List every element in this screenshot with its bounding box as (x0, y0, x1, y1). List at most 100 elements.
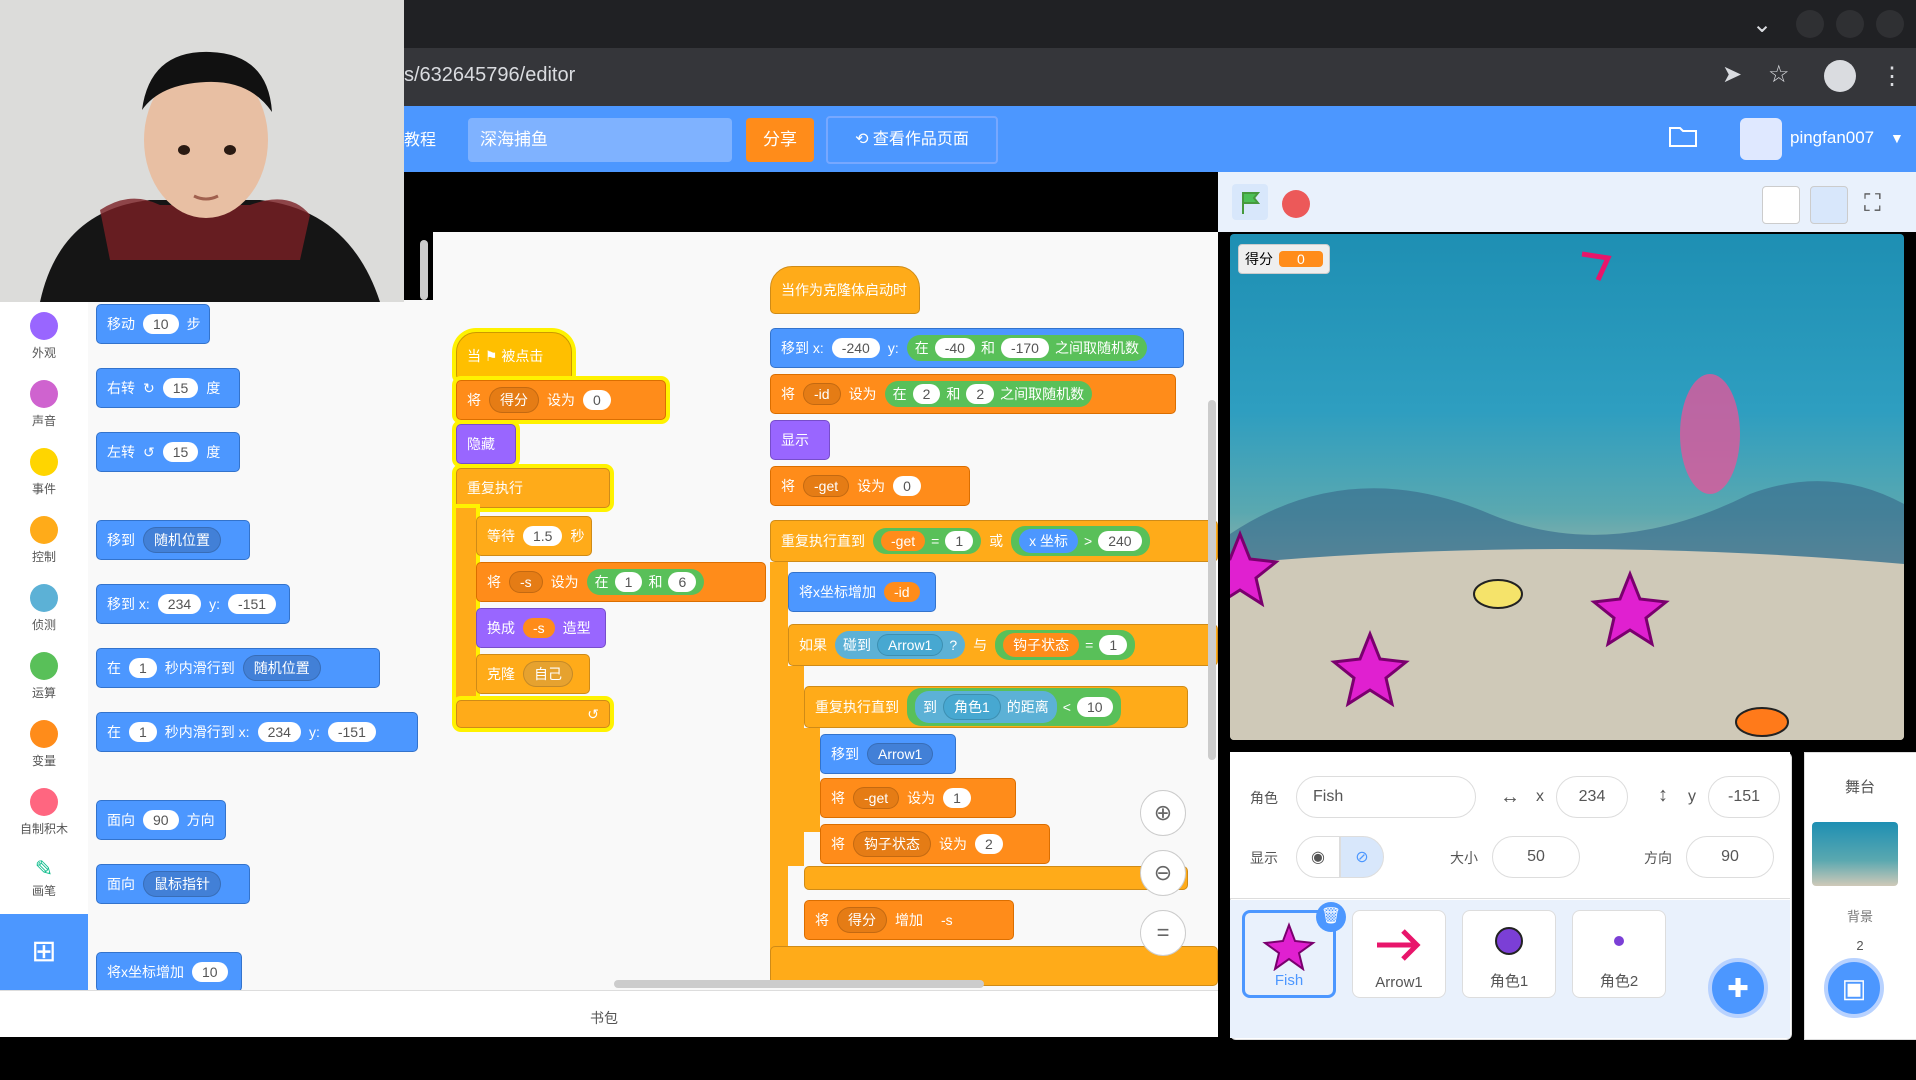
turn-left-icon: ↺ (143, 443, 155, 460)
set-hook-state-block[interactable]: 将钩子状态 设为 2 (820, 824, 1050, 864)
change-score-block[interactable]: 将得分 增加 -s (804, 900, 1014, 940)
add-extension-button[interactable]: ⊞ (0, 914, 88, 990)
palette-goto-xy-block[interactable]: 移到 x: 234 y: -151 (96, 584, 290, 624)
palette-move-block[interactable]: 移动 10 步 (96, 304, 210, 344)
set-get-block[interactable]: 将 -get 设为 0 (770, 466, 970, 506)
send-icon[interactable]: ➤ (1722, 60, 1742, 89)
choose-sprite-button[interactable]: ✚ (1708, 958, 1768, 1018)
category-operators[interactable]: 运算 (0, 652, 88, 701)
switch-costume-block[interactable]: 换成 -s 造型 (476, 608, 606, 648)
close-window-button[interactable] (1876, 10, 1904, 38)
stop-icon[interactable] (1282, 190, 1310, 218)
menu-icon[interactable]: ⋮ (1880, 62, 1904, 91)
palette-glide-xy-block[interactable]: 在 1 秒内滑行到 x: 234 y: -151 (96, 712, 418, 752)
zoom-reset-button[interactable]: = (1140, 910, 1186, 956)
avatar[interactable] (1740, 118, 1782, 160)
when-flag-clicked-block[interactable]: 当 ⚑ 被点击 (456, 332, 572, 380)
repeat-until-distance-block[interactable]: 重复执行直到到角色1 的距离 <10 (804, 686, 1188, 728)
webcam-overlay (0, 0, 404, 302)
sprite-tile-sprite1[interactable]: 角色1 (1462, 910, 1556, 998)
person-image (0, 0, 404, 302)
palette-scrollbar[interactable] (420, 240, 428, 300)
choose-backdrop-button[interactable]: ▣ (1824, 958, 1884, 1018)
set-get-1-block[interactable]: 将 -get 设为 1 (820, 778, 1016, 818)
green-flag-button[interactable] (1232, 184, 1268, 220)
backpack-label[interactable]: 书包 (590, 1008, 618, 1028)
maximize-button[interactable] (1836, 10, 1864, 38)
repeat-until-block[interactable]: 重复执行直到 -get = 1 或 x 坐标 >240 (770, 520, 1218, 562)
small-dot-thumbnail (1614, 936, 1624, 946)
see-page-label: 查看作品页面 (872, 131, 969, 148)
chevron-down-icon[interactable]: ⌄ (1752, 10, 1772, 39)
category-my-blocks[interactable]: 自制积木 (0, 788, 88, 837)
profile-icon[interactable] (1824, 60, 1856, 92)
minimize-button[interactable] (1796, 10, 1824, 38)
size-label: 大小 (1450, 850, 1478, 866)
delete-sprite-icon[interactable]: 🗑 (1316, 902, 1346, 932)
palette-turn-left-block[interactable]: 左转 ↺ 15 度 (96, 432, 240, 472)
direction-input[interactable]: 90 (1686, 836, 1774, 878)
palette-point-towards-block[interactable]: 面向 鼠标指针 (96, 864, 250, 904)
forever-block[interactable]: 重复执行 (456, 468, 610, 508)
backdrop-count: 2 (1856, 938, 1864, 953)
large-stage-button[interactable] (1810, 186, 1848, 224)
score-monitor-label: 得分 (1245, 251, 1273, 267)
show-block[interactable]: 显示 (770, 420, 830, 460)
horizontal-scrollbar[interactable] (614, 980, 984, 988)
wait-block[interactable]: 等待 1.5 秒 (476, 516, 592, 556)
change-x-by-id-block[interactable]: 将x坐标增加 -id (788, 572, 936, 612)
when-start-as-clone-block[interactable]: 当作为克隆体启动时 (770, 266, 920, 314)
sprite-tile-sprite2[interactable]: 角色2 (1572, 910, 1666, 998)
tutorials-link[interactable]: 教程 (404, 126, 436, 150)
if-block[interactable]: 如果 碰到 Arrow1? 与钩子状态 = 1 (788, 624, 1218, 666)
hide-block[interactable]: 隐藏 (456, 424, 516, 464)
small-stage-button[interactable] (1762, 186, 1800, 224)
forever-block-end: ↺ (456, 700, 610, 728)
set-id-block[interactable]: 将 -id 设为在 2 和 2 之间取随机数 (770, 374, 1176, 414)
green-flag-icon (1242, 192, 1261, 214)
show-sprite-button[interactable]: ◉ (1296, 836, 1340, 878)
zoom-out-button[interactable]: ⊖ (1140, 850, 1186, 896)
url-text[interactable]: s/632645796/editor (404, 64, 575, 87)
share-button[interactable]: 分享 (746, 118, 814, 162)
category-events[interactable]: 事件 (0, 448, 88, 497)
username[interactable]: pingfan007 (1790, 128, 1874, 148)
palette-turn-right-block[interactable]: 右转 ↻ 15 度 (96, 368, 240, 408)
goto-arrow1-block[interactable]: 移到 Arrow1 (820, 734, 956, 774)
stage-canvas[interactable] (1230, 234, 1904, 740)
zoom-in-button[interactable]: ⊕ (1140, 790, 1186, 836)
palette-point-direction-block[interactable]: 面向 90 方向 (96, 800, 226, 840)
category-pen[interactable]: ✎ 画笔 (0, 856, 88, 899)
palette-change-x-block[interactable]: 将x坐标增加 10 (96, 952, 242, 992)
sprite-tile-arrow1[interactable]: Arrow1 (1352, 910, 1446, 998)
see-project-page-button[interactable]: ⟲ 查看作品页面 (826, 116, 998, 164)
set-s-block[interactable]: 将 -s 设为在 1 和 6 (476, 562, 766, 602)
category-looks[interactable]: 外观 (0, 312, 88, 361)
y-input[interactable]: -151 (1708, 776, 1780, 818)
backdrop-thumbnail[interactable] (1812, 822, 1898, 886)
set-score-block[interactable]: 将得分 设为 0 (456, 380, 666, 420)
palette-glide-block[interactable]: 在 1 秒内滑行到 随机位置 (96, 648, 380, 688)
project-title-input[interactable]: 深海捕鱼 (468, 118, 732, 162)
sprite-name-input[interactable]: Fish (1296, 776, 1476, 818)
fullscreen-icon[interactable]: ⛶ (1864, 190, 1881, 218)
score-monitor[interactable]: 得分 0 (1238, 244, 1330, 274)
backdrop-label: 背景 (1846, 909, 1873, 924)
category-sensing[interactable]: 侦测 (0, 584, 88, 633)
x-input[interactable]: 234 (1556, 776, 1628, 818)
y-arrow-icon: ↕ (1658, 784, 1668, 806)
category-sound[interactable]: 声音 (0, 380, 88, 429)
category-control[interactable]: 控制 (0, 516, 88, 565)
size-input[interactable]: 50 (1492, 836, 1580, 878)
star-icon[interactable]: ☆ (1768, 60, 1790, 89)
create-clone-block[interactable]: 克隆 自己 (476, 654, 590, 694)
vertical-scrollbar[interactable] (1208, 400, 1216, 760)
folder-icon[interactable] (1668, 124, 1698, 148)
purple-circle-thumbnail (1495, 927, 1523, 955)
loop-arrow-icon: ↺ (587, 705, 599, 722)
hide-sprite-button[interactable]: ⊘ (1340, 836, 1384, 878)
category-variables[interactable]: 变量 (0, 720, 88, 769)
palette-goto-block[interactable]: 移到 随机位置 (96, 520, 250, 560)
caret-down-icon[interactable]: ▼ (1890, 130, 1904, 146)
goto-xy-random-block[interactable]: 移到 x: -240 y: 在 -40 和 -170 之间取随机数 (770, 328, 1184, 368)
